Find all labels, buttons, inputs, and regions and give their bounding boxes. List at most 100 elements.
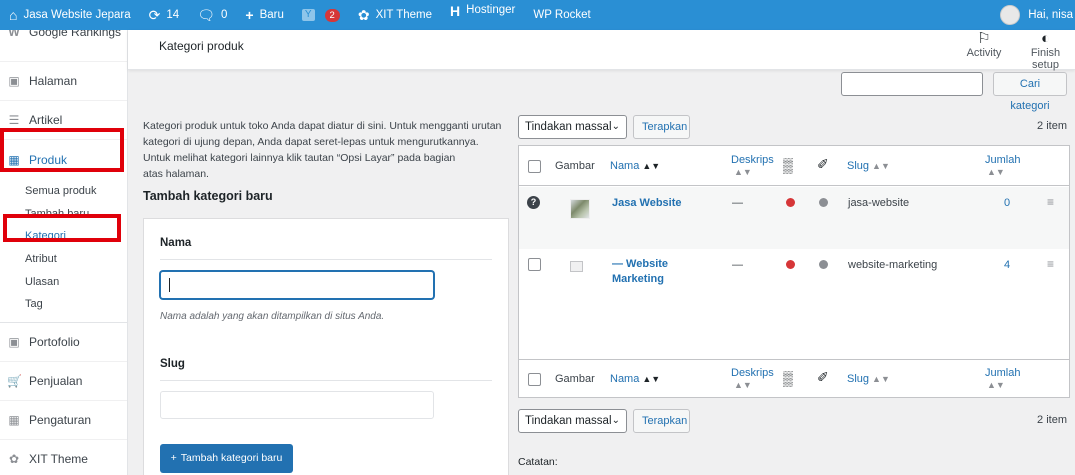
menu-portofolio[interactable]: ▣ Portofolio (0, 323, 127, 363)
xit-theme-link[interactable]: ✿ XIT Theme (349, 0, 441, 30)
submenu-kategori[interactable]: Kategori (0, 225, 127, 248)
submenu-semua-produk[interactable]: Semua produk (0, 180, 127, 203)
submenu-atribut[interactable]: Atribut (0, 248, 127, 271)
help-icon[interactable]: ? (527, 196, 540, 209)
category-table: Gambar Nama ▲▼ Deskrips ▲▼ ▒ ✐ Slug ▲▼ Juml… (518, 145, 1070, 398)
new-content-link[interactable]: + Baru (236, 0, 292, 30)
featured-icon: ▒ (783, 157, 793, 173)
row-checkbox[interactable] (528, 258, 541, 271)
submenu-ulasan[interactable]: Ulasan (0, 271, 127, 294)
yoast-link[interactable]: Y 2 (293, 0, 349, 30)
apply-button-bottom[interactable]: Terapkan (633, 409, 690, 433)
menu-artikel[interactable]: ☰ Artikel (0, 101, 127, 140)
column-name[interactable]: Nama ▲▼ (610, 373, 660, 385)
name-help-text: Nama adalah yang akan ditampilkan di sit… (160, 311, 385, 322)
column-name[interactable]: Nama ▲▼ (610, 160, 660, 172)
column-slug[interactable]: Slug ▲▼ (847, 160, 890, 172)
select-all-checkbox-bottom[interactable] (528, 373, 541, 386)
bulk-action-select-top[interactable]: Tindakan massal ⌄ (518, 115, 627, 139)
column-image: Gambar (555, 160, 595, 172)
items-count-bottom: 2 item (1037, 414, 1067, 426)
feather-icon: ✐ (817, 369, 829, 385)
category-count-link[interactable]: 0 (1004, 197, 1010, 209)
column-count-label: Jumlah (985, 154, 1021, 166)
yoast-icon: Y (301, 9, 315, 21)
menu-label: Google Rankings (29, 30, 122, 39)
account-menu[interactable]: Hai, nisa (1000, 0, 1075, 30)
category-name-link[interactable]: — Website Marketing (612, 257, 668, 287)
page-title: Kategori produk (159, 39, 244, 53)
sort-icon: ▲▼ (734, 167, 752, 177)
placeholder-image-icon (570, 261, 583, 272)
add-category-button[interactable]: + Tambah kategori baru (160, 444, 293, 473)
sort-icon: ▲▼ (734, 380, 752, 390)
slug-input[interactable] (160, 391, 434, 419)
drag-handle-icon[interactable]: ≡ (1047, 195, 1054, 209)
comments-link[interactable]: 🗨 0 (188, 0, 236, 30)
menu-halaman[interactable]: ▣ Halaman (0, 62, 127, 101)
column-description-label: Deskrips (731, 154, 774, 166)
drag-handle-icon[interactable]: ≡ (1047, 257, 1054, 271)
column-display: ✐ (817, 369, 829, 386)
feather-icon: ✐ (817, 156, 829, 172)
menu-pengaturan[interactable]: ▦ Pengaturan (0, 401, 127, 441)
category-thumbnail (570, 199, 590, 219)
menu-label: Penjualan (29, 374, 83, 389)
finish-setup-button[interactable]: ◐ Finish setup (1016, 30, 1075, 71)
yoast-badge: 2 (324, 8, 340, 22)
apply-button-top[interactable]: Terapkan (633, 115, 690, 139)
table-row: ? Jasa Website — jasa-website 0 ≡ (519, 187, 1069, 249)
product-submenu: Semua produk Tambah baru Kategori Atribu… (0, 180, 127, 324)
search-input[interactable] (841, 72, 983, 96)
add-category-form: Nama Nama adalah yang akan ditampilkan d… (143, 218, 509, 475)
name-input[interactable] (160, 271, 434, 299)
submenu-tambah-baru[interactable]: Tambah baru (0, 203, 127, 226)
table-row: — Website Marketing — website-marketing … (519, 249, 1069, 359)
menu-penjualan[interactable]: 🛒 Penjualan (0, 362, 127, 402)
category-count-link[interactable]: 4 (1004, 259, 1010, 271)
category-name-link[interactable]: Jasa Website (612, 197, 682, 209)
admin-bar: ⌂ Jasa Website Jepara ⟳ 14 🗨 0 + Baru Y … (0, 0, 1075, 30)
column-slug[interactable]: Slug ▲▼ (847, 373, 890, 385)
menu-produk[interactable]: ▦ Produk (0, 140, 127, 180)
column-count-label: Jumlah (985, 367, 1021, 379)
product-icon: ▦ (8, 153, 20, 167)
submenu-tag[interactable]: Tag (0, 293, 127, 316)
select-all-checkbox[interactable] (528, 160, 541, 173)
comment-icon: 🗨 (197, 7, 215, 23)
column-count[interactable]: Jumlah ▲▼ (985, 367, 1020, 391)
portfolio-icon: ▣ (8, 335, 20, 350)
activity-button[interactable]: ⚐ Activity (964, 30, 1004, 59)
sort-icon: ▲▼ (872, 161, 890, 171)
name-label: Nama (160, 237, 192, 249)
sort-icon: ▲▼ (872, 374, 890, 384)
menu-google-rankings[interactable]: W Google Rankings (0, 30, 127, 62)
column-count[interactable]: Jumlah ▲▼ (985, 154, 1020, 178)
table-header: Gambar Nama ▲▼ Deskrips ▲▼ ▒ ✐ Slug ▲▼ Juml… (519, 146, 1069, 186)
bulk-action-value: Tindakan massal (525, 415, 612, 427)
progress-circle-icon: ◐ (1040, 30, 1051, 47)
greeting: Hai, nisa (1028, 9, 1073, 21)
site-home-link[interactable]: ⌂ Jasa Website Jepara (0, 0, 140, 30)
add-category-label: Tambah kategori baru (180, 452, 283, 464)
home-icon: ⌂ (9, 7, 18, 23)
intro-line: Kategori produk untuk toko Anda dapat di… (143, 120, 502, 132)
items-count-top: 2 item (1037, 120, 1067, 132)
intro-line: atas halaman. (143, 168, 209, 180)
column-description-label: Deskrips (731, 367, 774, 379)
column-description[interactable]: Deskrips ▲▼ (731, 367, 774, 391)
xit-icon: ✿ (357, 7, 370, 23)
category-slug: jasa-website (848, 197, 910, 209)
wp-rocket-link[interactable]: WP Rocket (524, 0, 599, 30)
text-caret (169, 278, 170, 292)
search-button[interactable]: Cari kategori (993, 72, 1067, 112)
column-name-label: Nama (610, 373, 640, 385)
column-featured: ▒ (783, 370, 793, 386)
bulk-action-select-bottom[interactable]: Tindakan massal ⌄ (518, 409, 627, 433)
column-description[interactable]: Deskrips ▲▼ (731, 154, 774, 178)
hostinger-link[interactable]: H Hostinger (441, 0, 524, 30)
xit-theme-label: XIT Theme (375, 9, 433, 21)
menu-xit-theme[interactable]: ✿ XIT Theme (0, 440, 127, 475)
menu-label: Halaman (29, 74, 78, 88)
updates-link[interactable]: ⟳ 14 (140, 0, 189, 30)
